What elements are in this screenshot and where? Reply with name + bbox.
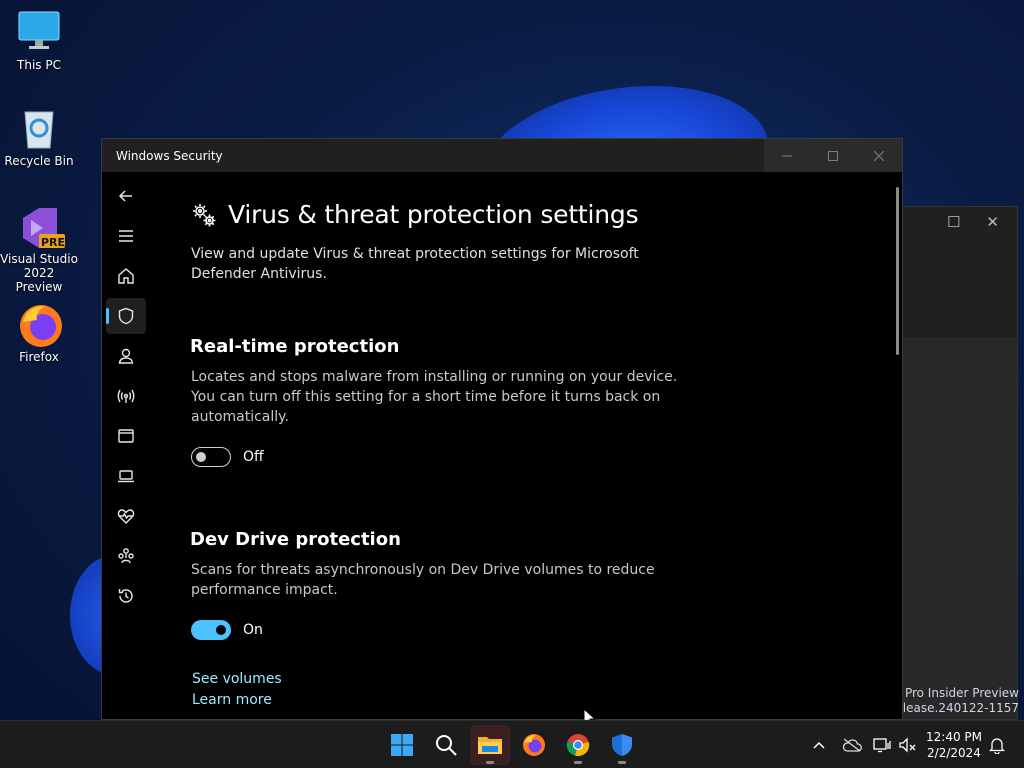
network-icon — [873, 738, 891, 753]
back-button[interactable] — [106, 178, 146, 214]
show-hidden-icons-button[interactable] — [808, 721, 830, 768]
pre-badge: PRE — [41, 236, 66, 249]
vertical-scrollbar[interactable] — [896, 187, 899, 355]
page-subtitle: View and update Virus & threat protectio… — [191, 246, 639, 282]
app-window-icon — [118, 429, 134, 443]
windows-security-icon — [612, 734, 632, 756]
toggle-knob — [196, 452, 206, 462]
laptop-icon — [118, 470, 134, 483]
window-title: Windows Security — [116, 148, 223, 163]
search-icon — [436, 735, 457, 756]
taskbar-chrome[interactable] — [558, 725, 598, 765]
background-window-body — [901, 337, 1017, 719]
nav-virus-protection[interactable] — [106, 298, 146, 334]
volume-tray[interactable] — [897, 721, 919, 768]
page-header: Virus & threat protection settings — [190, 200, 639, 229]
nav-protection-history[interactable] — [106, 578, 146, 614]
close-icon — [874, 150, 884, 161]
home-icon — [118, 268, 134, 284]
visual-studio-icon: PRE — [17, 204, 65, 249]
page-title: Virus & threat protection settings — [228, 200, 639, 229]
heart-pulse-icon — [117, 509, 135, 524]
desktop-icon-label: Firefox — [19, 350, 59, 364]
toggle-state-label: Off — [243, 449, 264, 465]
maximize-icon[interactable]: ☐ — [947, 213, 960, 231]
taskbar-clock[interactable]: 12:40 PM 2/2/2024 — [926, 729, 982, 761]
onedrive-tray[interactable] — [840, 721, 864, 768]
notifications-button[interactable] — [986, 721, 1008, 768]
clock-date: 2/2/2024 — [927, 746, 981, 760]
nav-device-performance[interactable] — [106, 498, 146, 534]
taskbar-file-explorer[interactable] — [470, 725, 510, 765]
section-description-real-time: Locates and stops malware from installin… — [191, 369, 678, 425]
shield-icon — [118, 307, 134, 325]
start-icon — [391, 734, 413, 756]
network-tray[interactable] — [871, 721, 893, 768]
nav-device-security[interactable] — [106, 458, 146, 494]
history-icon — [118, 589, 133, 603]
nav-app-browser-control[interactable] — [106, 418, 146, 454]
monitor-icon — [17, 10, 61, 54]
settings-content: Virus & threat protection settings View … — [190, 172, 892, 719]
file-explorer-icon — [478, 737, 502, 754]
background-window[interactable]: ☐ ✕ — [900, 206, 1018, 720]
desktop-icon-label: Recycle Bin — [4, 154, 74, 168]
toggle-knob — [216, 625, 226, 635]
desktop-icon-label: Visual Studio 2022 Preview — [0, 252, 78, 294]
firefox-icon — [17, 302, 62, 347]
taskbar-windows-security[interactable] — [602, 725, 642, 765]
firefox-icon — [523, 734, 545, 756]
see-volumes-link[interactable]: See volumes — [192, 671, 282, 687]
dev-drive-toggle-row: On — [191, 620, 263, 640]
taskbar: 12:40 PM 2/2/2024 — [0, 720, 1024, 768]
start-button[interactable] — [382, 725, 422, 765]
volume-muted-icon — [899, 737, 916, 753]
desktop-icon-firefox[interactable]: Firefox — [0, 302, 78, 364]
desktop-icon-recycle-bin[interactable]: Recycle Bin — [0, 106, 78, 168]
learn-more-link[interactable]: Learn more — [192, 692, 272, 708]
close-icon[interactable]: ✕ — [986, 213, 999, 231]
bell-icon — [989, 738, 1005, 754]
nav-firewall[interactable] — [106, 378, 146, 414]
real-time-protection-toggle[interactable] — [191, 447, 231, 467]
search-button[interactable] — [426, 725, 466, 765]
section-title-real-time: Real-time protection — [190, 336, 400, 357]
nav-family-options[interactable] — [106, 538, 146, 574]
navigation-rail — [102, 172, 152, 719]
close-button[interactable] — [856, 139, 902, 172]
dev-drive-protection-toggle[interactable] — [191, 620, 231, 640]
title-bar[interactable]: Windows Security — [102, 139, 902, 172]
cloud-off-icon — [842, 738, 862, 752]
nav-home[interactable] — [106, 258, 146, 294]
desktop-icon-this-pc[interactable]: This PC — [0, 10, 78, 72]
taskbar-firefox[interactable] — [514, 725, 554, 765]
hamburger-icon — [119, 230, 133, 242]
back-arrow-icon — [119, 190, 132, 202]
person-icon — [118, 348, 134, 364]
chevron-up-icon — [813, 741, 825, 749]
gears-icon — [193, 203, 216, 226]
family-icon — [118, 548, 134, 564]
chrome-icon — [566, 734, 590, 757]
section-title-dev-drive: Dev Drive protection — [190, 529, 401, 550]
maximize-icon — [828, 150, 838, 161]
maximize-button[interactable] — [810, 139, 856, 172]
menu-button[interactable] — [106, 218, 146, 254]
minimize-icon — [782, 155, 792, 156]
section-description-dev-drive: Scans for threats asynchronously on Dev … — [191, 562, 655, 598]
nav-account-protection[interactable] — [106, 338, 146, 374]
wireless-icon — [117, 389, 135, 403]
desktop-icon-visual-studio[interactable]: PRE Visual Studio 2022 Preview — [0, 204, 78, 294]
recycle-bin-icon — [17, 106, 61, 150]
clock-time: 12:40 PM — [926, 730, 982, 744]
real-time-toggle-row: Off — [191, 447, 264, 467]
windows-security-window[interactable]: Windows Security Virus & threat protecti… — [101, 138, 903, 720]
minimize-button[interactable] — [764, 139, 810, 172]
toggle-state-label: On — [243, 622, 263, 638]
desktop-icon-label: This PC — [17, 58, 61, 72]
caption-buttons — [764, 139, 902, 172]
